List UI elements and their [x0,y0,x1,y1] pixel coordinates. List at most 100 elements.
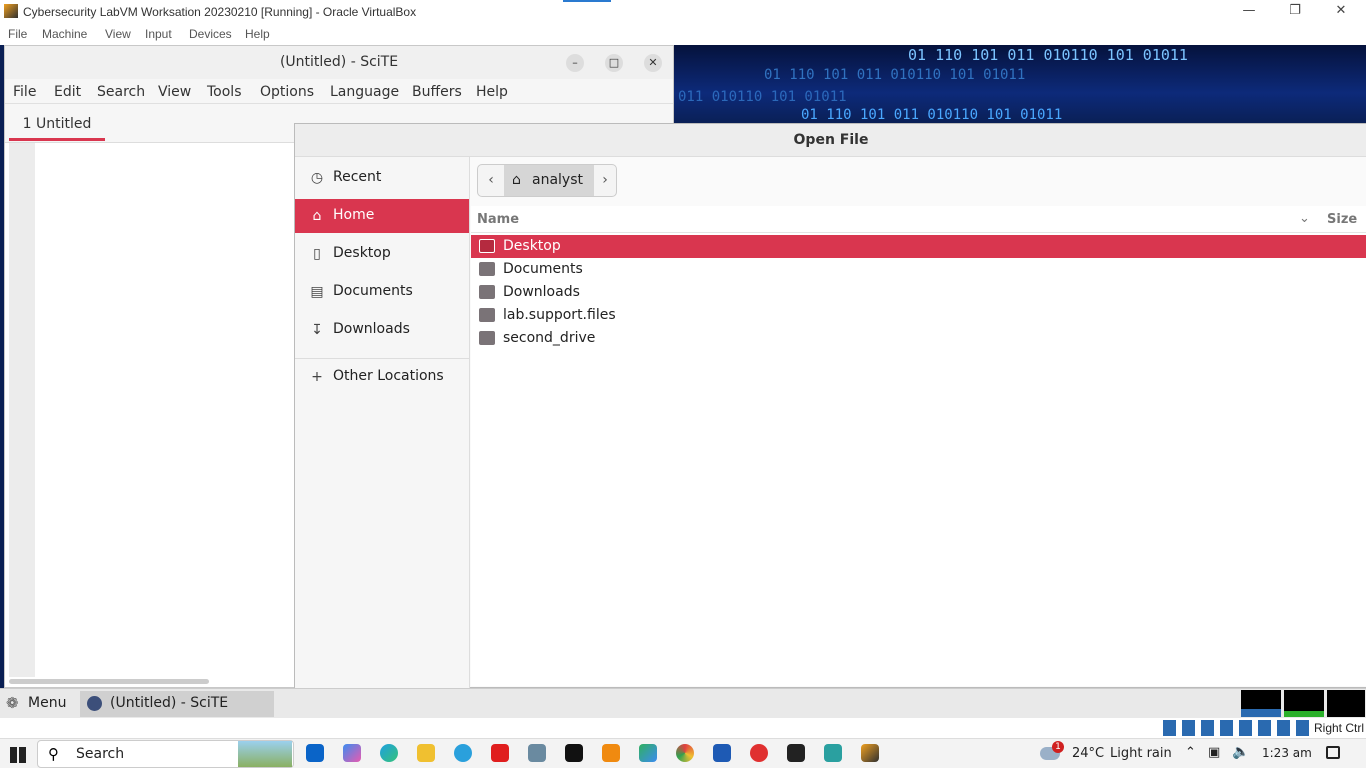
vbox-menu-help[interactable]: Help [245,27,270,41]
place-documents[interactable]: ▤ Documents [295,275,469,309]
wallpaper-text: 01 110 101 011 010110 101 01011 [764,67,1026,83]
folder-icon [479,331,495,345]
vbox-menu-machine[interactable]: Machine [42,27,87,41]
folder-icon [479,239,495,253]
weather-text[interactable]: Light rain [1110,746,1172,761]
plus-icon: + [311,369,323,385]
scite-menu-tools[interactable]: Tools [207,84,242,100]
breadcrumb-analyst[interactable]: ⌂ analyst [504,165,594,196]
cisco-icon[interactable] [528,744,546,762]
forward-arrow-button[interactable]: › [592,165,618,196]
scite-menu-view[interactable]: View [158,84,191,100]
wps-icon[interactable] [750,744,768,762]
scite-close-button[interactable]: ✕ [644,54,662,72]
taskbar-item-scite[interactable]: (Untitled) - SciTE [80,691,274,717]
taskbar-search-box[interactable]: ⚲ Search [37,740,294,768]
file-name: Desktop [503,238,561,254]
vbox-statusbar: Right Ctrl [0,718,1366,738]
scite-window-title: (Untitled) - SciTE [279,54,399,70]
file-row-second-drive[interactable]: second_drive [471,327,1366,350]
scite-menu-language[interactable]: Language [330,84,399,100]
youtube-icon[interactable] [491,744,509,762]
scite-menu-edit[interactable]: Edit [54,84,81,100]
place-other-locations[interactable]: + Other Locations [295,360,469,394]
vbox-menu-file[interactable]: File [8,27,27,41]
clock-time[interactable]: 1:23 am [1262,746,1312,760]
scite-maximize-button[interactable]: □ [605,54,623,72]
scite-menu-search[interactable]: Search [97,84,145,100]
place-home[interactable]: ⌂ Home [295,199,469,233]
vbox-menu-input[interactable]: Input [145,27,172,41]
vlc-icon[interactable] [602,744,620,762]
home-icon: ⌂ [512,172,521,188]
place-desktop[interactable]: ▯ Desktop [295,237,469,271]
network-icon[interactable]: ▣ [1208,745,1220,760]
memory-monitor-graph [1284,690,1324,717]
scite-menu-help[interactable]: Help [476,84,508,100]
chrome-icon[interactable] [676,744,694,762]
close-button[interactable]: ✕ [1318,2,1364,22]
chevron-up-icon[interactable]: ⌃ [1185,745,1196,760]
weather-temp[interactable]: 24°C [1072,746,1104,761]
weather-badge: 1 [1052,741,1064,753]
chevron-down-icon[interactable]: ⌄ [1299,211,1310,226]
telegram-icon[interactable] [454,744,472,762]
play-store-icon[interactable] [639,744,657,762]
terminal-icon[interactable] [787,744,805,762]
vbox-menubar: File Machine View Input Devices Help [0,24,1366,45]
place-label: Recent [333,169,382,185]
word-icon[interactable] [713,744,731,762]
file-list-header: Name ⌄ Size [471,206,1366,233]
wallpaper-text: 01 110 101 011 010110 101 01011 [801,107,1063,123]
vbox-window-title: Cybersecurity LabVM Worksation 20230210 … [23,5,417,19]
device-status-icons [1163,720,1311,736]
file-explorer-icon[interactable] [417,744,435,762]
search-label: Search [76,746,125,762]
scite-menubar: File Edit Search View Tools Options Lang… [5,79,673,104]
menu-label: Menu [28,695,67,711]
scite-menu-options[interactable]: Options [260,84,314,100]
places-separator [295,358,469,359]
scite-icon [87,696,102,711]
wallpaper-text: 011 010110 101 01011 [678,89,847,105]
scite-minimize-button[interactable]: – [566,54,584,72]
notification-icon[interactable] [1326,746,1340,759]
column-size[interactable]: Size [1327,212,1357,227]
scite-menu-buffers[interactable]: Buffers [412,84,462,100]
file-row-lab-support-files[interactable]: lab.support.files [471,304,1366,327]
file-row-documents[interactable]: Documents [471,258,1366,281]
edge-icon[interactable] [380,744,398,762]
outlook-icon[interactable] [306,744,324,762]
document-icon: ▤ [310,284,324,300]
cpu-monitor-graph [1241,690,1281,717]
menu-icon: ❁ [6,694,19,712]
tab-indicator [563,0,611,2]
search-highlight-image [238,741,292,767]
scite-menu-file[interactable]: File [13,84,36,100]
path-bar: ‹ ⌂ analyst › [477,164,617,197]
tradingview-icon[interactable] [565,744,583,762]
file-row-desktop[interactable]: Desktop [471,235,1366,258]
folder-documents-icon [479,262,495,276]
start-menu-button[interactable]: ❁ Menu [4,693,78,715]
column-name[interactable]: Name [477,212,519,227]
restore-button[interactable]: ❐ [1272,2,1318,22]
horizontal-scrollbar[interactable] [9,679,209,684]
visio-icon[interactable] [824,744,842,762]
minimize-button[interactable]: — [1226,2,1272,22]
back-arrow-button[interactable]: ‹ [478,165,504,196]
file-list: Name ⌄ Size Desktop Documents Downloads … [471,206,1366,686]
copilot-icon[interactable] [343,744,361,762]
search-icon: ⚲ [48,745,59,763]
place-recent[interactable]: ◷ Recent [295,161,469,195]
windows-start-icon[interactable] [10,747,26,763]
vbox-menu-devices[interactable]: Devices [189,27,232,41]
file-row-downloads[interactable]: Downloads [471,281,1366,304]
place-label: Other Locations [333,368,444,384]
vbox-menu-view[interactable]: View [105,27,131,41]
tab-untitled[interactable]: 1 Untitled [9,111,105,141]
line-number-gutter [9,143,35,677]
virtualbox-taskbar-icon[interactable] [861,744,879,762]
speaker-icon[interactable]: 🔈 [1232,744,1249,760]
place-downloads[interactable]: ↧ Downloads [295,313,469,347]
